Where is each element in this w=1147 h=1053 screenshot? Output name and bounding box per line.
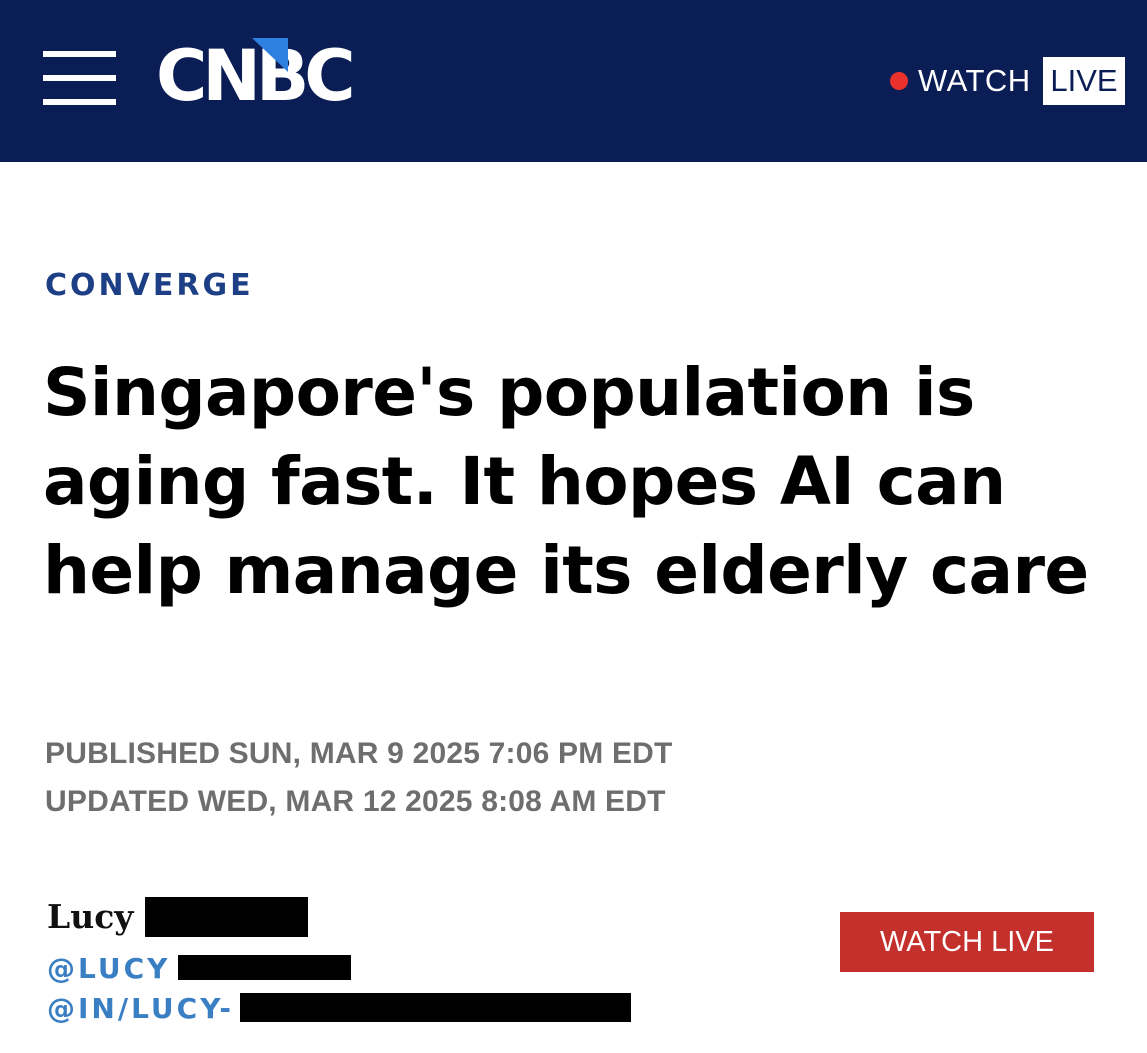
red-dot-icon xyxy=(890,72,908,90)
header-watch-label: WATCH xyxy=(918,63,1031,98)
published-timestamp: PUBLISHED SUN, MAR 9 2025 7:06 PM EDT xyxy=(45,737,673,770)
section-label[interactable]: CONVERGE xyxy=(45,266,254,306)
watch-live-button[interactable]: WATCH LIVE xyxy=(840,912,1094,972)
cnbc-logo[interactable]: CNBC xyxy=(156,38,386,114)
logo-accent-icon xyxy=(252,38,288,72)
author-name: Lucy xyxy=(47,897,134,936)
site-header: CNBC WATCH LIVE xyxy=(0,0,1147,162)
cnbc-article-page: CNBC WATCH LIVE CONVERGE Singapore's pop… xyxy=(0,0,1147,1053)
author-linkedin-link[interactable]: @IN/LUCY- xyxy=(47,992,234,1026)
hamburger-menu-icon[interactable] xyxy=(43,51,116,105)
menu-bar-middle xyxy=(43,75,116,81)
menu-bar-bottom xyxy=(43,99,116,105)
redacted-twitter-handle xyxy=(178,955,351,980)
redacted-linkedin-handle xyxy=(240,993,631,1022)
header-watch-live-link[interactable]: WATCH LIVE xyxy=(890,57,1125,105)
updated-timestamp: UPDATED WED, MAR 12 2025 8:08 AM EDT xyxy=(45,785,666,818)
author-twitter-link[interactable]: @LUCY xyxy=(47,952,170,986)
redacted-surname xyxy=(145,897,308,937)
header-live-badge: LIVE xyxy=(1043,57,1125,105)
menu-bar-top xyxy=(43,51,116,57)
article-headline: Singapore's population is aging fast. It… xyxy=(43,354,1089,609)
